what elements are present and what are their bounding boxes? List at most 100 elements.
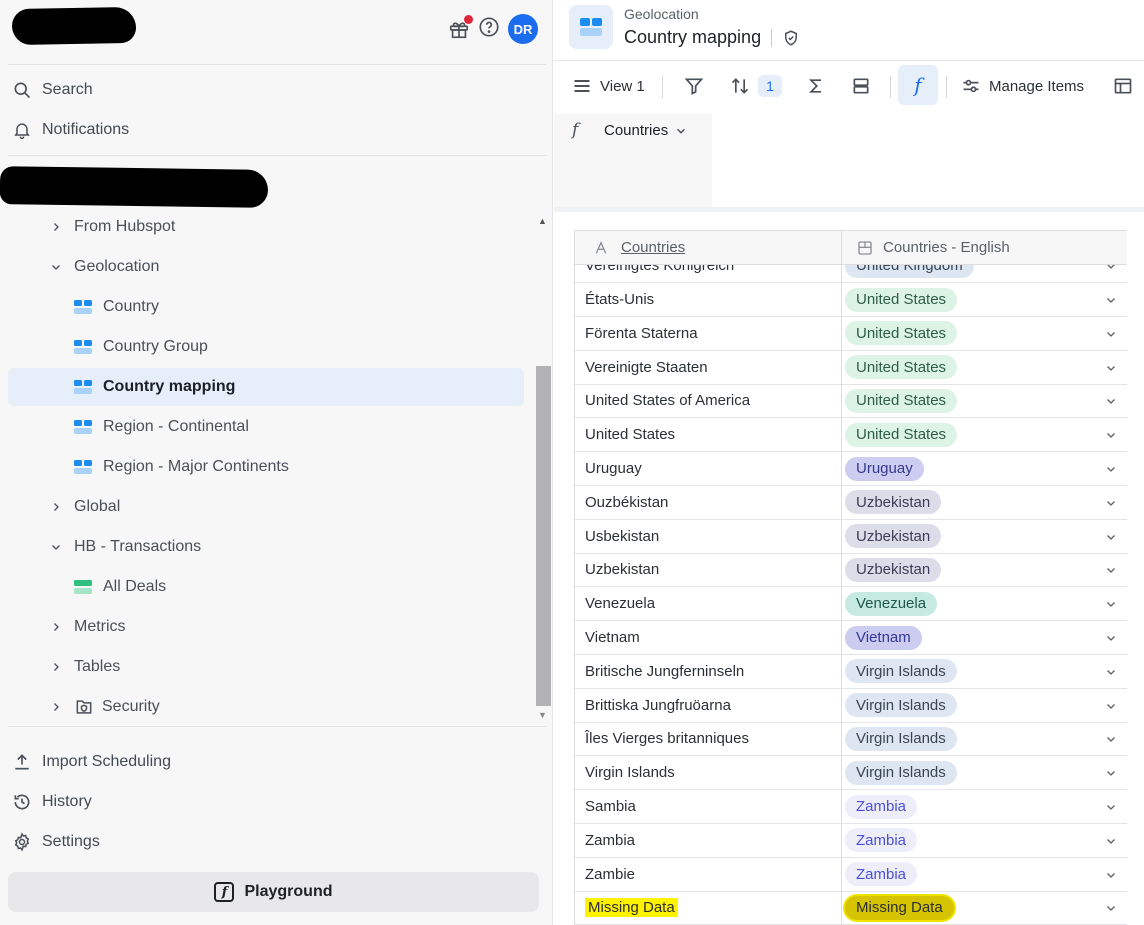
sidebar-tree-item[interactable]: Country mapping	[8, 368, 524, 406]
sidebar-settings[interactable]: Settings	[12, 826, 100, 858]
linked-record-pill[interactable]: United States	[845, 321, 958, 346]
sidebar-tree-item[interactable]: Region - Major Continents	[8, 448, 524, 486]
countries-cell[interactable]: United States	[575, 418, 842, 452]
countries-english-cell[interactable]: United States	[842, 384, 1127, 417]
table-row[interactable]: Missing Data Missing Data	[575, 891, 1127, 925]
linked-record-pill[interactable]: United States	[845, 355, 958, 380]
linked-record-pill[interactable]: United States	[845, 287, 958, 312]
table-row[interactable]: Förenta Staterna United States	[575, 316, 1127, 351]
linked-record-pill[interactable]: Virgin Islands	[845, 693, 957, 718]
chevron-down-icon[interactable]	[48, 259, 64, 275]
linked-record-pill[interactable]: Uruguay	[845, 456, 924, 481]
countries-english-cell[interactable]: Virgin Islands	[842, 655, 1127, 688]
formula-button[interactable]: f	[898, 65, 938, 105]
countries-cell[interactable]: Sambia	[575, 790, 842, 823]
countries-english-cell[interactable]: Virgin Islands	[842, 722, 1127, 755]
sidebar-tree-item[interactable]: Country	[8, 288, 524, 326]
countries-english-cell[interactable]: Zambia	[842, 790, 1127, 823]
linked-record-pill[interactable]: Zambia	[845, 862, 918, 887]
summarize-button[interactable]	[806, 70, 826, 102]
linked-record-pill[interactable]: Venezuela	[845, 591, 938, 616]
sort-button[interactable]: 1	[730, 70, 782, 102]
countries-cell[interactable]: Venezuela	[575, 587, 842, 621]
countries-cell[interactable]: Vereinigte Staaten	[575, 350, 842, 384]
chevron-right-icon[interactable]	[48, 619, 64, 635]
countries-english-cell[interactable]: Zambia	[842, 824, 1127, 857]
countries-english-cell[interactable]: United States	[842, 283, 1127, 316]
table-row[interactable]: Britische Jungferninseln Virgin Islands	[575, 654, 1127, 689]
sidebar-tree-item[interactable]: Geolocation	[8, 248, 524, 286]
chevron-right-icon[interactable]	[48, 699, 64, 715]
table-row[interactable]: États-Unis United States	[575, 283, 1127, 317]
linked-record-pill[interactable]: Missing Data	[845, 895, 954, 920]
countries-english-cell[interactable]: Uzbekistan	[842, 520, 1127, 553]
countries-cell[interactable]: Zambie	[575, 857, 842, 891]
countries-cell[interactable]: Virgin Islands	[575, 756, 842, 790]
manage-items-button[interactable]: Manage Items	[961, 70, 1084, 102]
column-header-countries[interactable]: Countries	[575, 231, 842, 264]
playground-button[interactable]: f Playground	[8, 872, 539, 912]
countries-cell[interactable]: Îles Vierges britanniques	[575, 722, 842, 756]
countries-cell[interactable]: Missing Data	[575, 891, 842, 925]
table-row[interactable]: Venezuela Venezuela	[575, 587, 1127, 622]
countries-cell[interactable]: United States of America	[575, 384, 842, 418]
countries-english-cell[interactable]: Uzbekistan	[842, 553, 1127, 586]
sidebar-tree-item[interactable]: Global	[8, 488, 524, 526]
linked-record-pill[interactable]: United States	[845, 388, 958, 413]
countries-cell[interactable]: Zambia	[575, 823, 842, 857]
countries-cell[interactable]: Usbekistan	[575, 519, 842, 553]
countries-cell[interactable]: Britische Jungferninseln	[575, 654, 842, 688]
table-row[interactable]: Sambia Zambia	[575, 790, 1127, 824]
countries-english-cell[interactable]: Virgin Islands	[842, 689, 1127, 722]
formula-column-selector[interactable]: f Countries	[554, 114, 712, 208]
table-row[interactable]: Brittiska Jungfruöarna Virgin Islands	[575, 688, 1127, 723]
table-row[interactable]: Vereinigte Staaten United States	[575, 350, 1127, 385]
sidebar-tree-item[interactable]: From Hubspot	[8, 208, 524, 246]
linked-record-pill[interactable]: Uzbekistan	[845, 524, 942, 549]
gift-icon[interactable]	[448, 15, 473, 40]
shield-check-icon[interactable]	[782, 29, 800, 47]
countries-english-cell[interactable]: Zambia	[842, 858, 1127, 891]
table-row[interactable]: Ouzbékistan Uzbekistan	[575, 485, 1127, 520]
sidebar-import-scheduling[interactable]: Import Scheduling	[12, 746, 171, 778]
filter-button[interactable]	[684, 70, 704, 102]
sidebar-history[interactable]: History	[12, 786, 92, 818]
breadcrumb[interactable]: Geolocation	[624, 6, 699, 22]
scrollbar-thumb[interactable]	[536, 366, 551, 706]
countries-cell[interactable]: Förenta Staterna	[575, 316, 842, 350]
scroll-up-arrow[interactable]: ▲	[538, 216, 547, 226]
linked-record-pill[interactable]: Zambia	[845, 828, 918, 853]
view-selector[interactable]: View 1	[572, 70, 645, 102]
countries-english-cell[interactable]: Missing Data	[842, 891, 1127, 924]
table-row[interactable]: Îles Vierges britanniques Virgin Islands	[575, 722, 1127, 757]
row-height-button[interactable]	[851, 70, 871, 102]
sidebar-tree-item[interactable]: Metrics	[8, 608, 524, 646]
table-row[interactable]: United States United States	[575, 418, 1127, 453]
linked-record-pill[interactable]: Virgin Islands	[845, 760, 957, 785]
sidebar-tree-item[interactable]: Security	[8, 688, 524, 724]
scroll-down-arrow[interactable]: ▼	[538, 710, 547, 720]
sidebar-tree-item[interactable]: Region - Continental	[8, 408, 524, 446]
help-icon[interactable]	[478, 16, 500, 43]
table-row[interactable]: Zambie Zambia	[575, 857, 1127, 892]
countries-english-cell[interactable]: Vietnam	[842, 621, 1127, 654]
column-header-countries-english[interactable]: Countries - English	[842, 231, 1127, 264]
linked-record-pill[interactable]: Virgin Islands	[845, 659, 957, 684]
countries-cell[interactable]: Uzbekistan	[575, 553, 842, 587]
sidebar-tree-item[interactable]: All Deals	[8, 568, 524, 606]
countries-english-cell[interactable]: United States	[842, 317, 1127, 350]
countries-cell[interactable]: Vietnam	[575, 621, 842, 654]
table-row[interactable]: Uzbekistan Uzbekistan	[575, 553, 1127, 588]
countries-english-cell[interactable]: Uruguay	[842, 452, 1127, 485]
linked-record-pill[interactable]: Uzbekistan	[845, 490, 942, 515]
layout-button[interactable]	[1113, 70, 1133, 102]
countries-english-cell[interactable]: Venezuela	[842, 587, 1127, 620]
countries-cell[interactable]: États-Unis	[575, 283, 842, 316]
table-row[interactable]: Zambia Zambia	[575, 823, 1127, 858]
countries-english-cell[interactable]: Uzbekistan	[842, 486, 1127, 519]
table-row[interactable]: Usbekistan Uzbekistan	[575, 519, 1127, 554]
table-row[interactable]: Virgin Islands Virgin Islands	[575, 756, 1127, 791]
sidebar-notifications[interactable]: Notifications	[12, 114, 129, 146]
sidebar-search[interactable]: Search	[12, 74, 93, 106]
formula-editor[interactable]	[713, 114, 1144, 204]
